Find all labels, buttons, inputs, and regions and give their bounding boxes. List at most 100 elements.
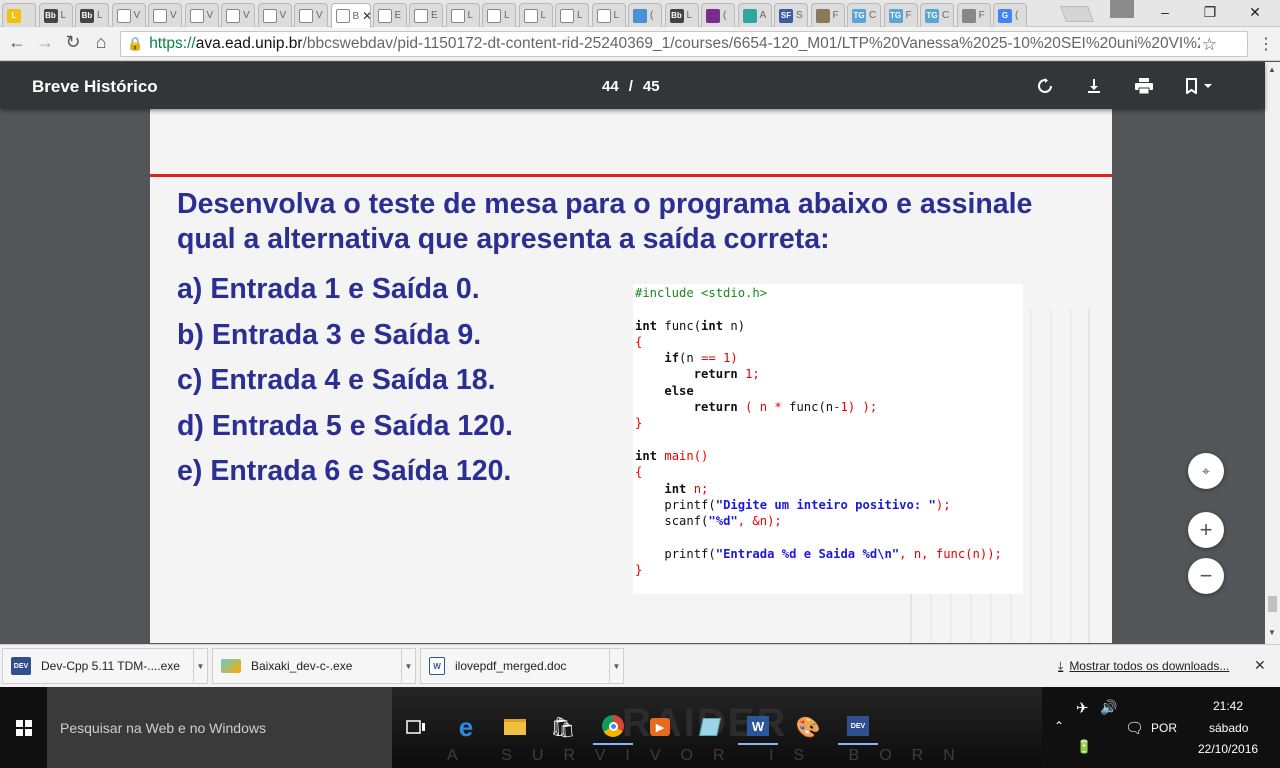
message-icon[interactable]: 🗨 xyxy=(1125,719,1144,737)
paint-icon[interactable]: 🎨 xyxy=(788,709,828,745)
bookmark-menu-icon[interactable] xyxy=(1182,75,1218,97)
code-line: printf("Digite um inteiro positivo: "); xyxy=(635,498,1023,514)
browser-tab[interactable]: V xyxy=(257,3,292,27)
tab-title: V xyxy=(206,10,214,21)
chevron-down-icon[interactable]: ▼ xyxy=(401,649,415,683)
profile-button[interactable] xyxy=(1110,0,1134,18)
tg-icon: TG xyxy=(925,8,939,23)
browser-tab[interactable]: L xyxy=(445,3,480,27)
clock-time[interactable]: 21:42 xyxy=(1213,699,1243,713)
browser-tab[interactable]: L xyxy=(2,3,36,27)
browser-tab[interactable]: V xyxy=(294,3,328,27)
browser-tab[interactable]: L xyxy=(591,3,626,27)
zoom-in-icon[interactable]: + xyxy=(1188,512,1224,548)
volume-icon[interactable]: 🔊 xyxy=(1100,699,1117,716)
browser-tab[interactable]: SF S xyxy=(774,3,808,27)
forward-icon[interactable]: → xyxy=(34,32,56,53)
bookmark-star-icon[interactable]: ☆ xyxy=(1199,35,1217,55)
minimize-icon[interactable]: – xyxy=(1150,4,1180,20)
close-window-icon[interactable]: ✕ xyxy=(1240,4,1270,21)
scroll-up-icon[interactable]: ▲ xyxy=(1268,65,1276,74)
zoom-out-icon[interactable]: − xyxy=(1188,558,1224,594)
browser-tab[interactable]: ( xyxy=(701,3,735,27)
code-token: printf( xyxy=(664,497,716,512)
browser-tab[interactable]: V xyxy=(111,3,146,27)
download-icon[interactable] xyxy=(1083,75,1105,97)
taskbar-search-box[interactable]: Pesquisar na Web e no Windows xyxy=(47,687,392,768)
vertical-scrollbar[interactable]: ▲ ▼ xyxy=(1265,62,1280,644)
code-line: } xyxy=(635,416,643,431)
browser-tab[interactable]: G( xyxy=(993,3,1027,27)
download-filename: ilovepdf_merged.doc xyxy=(455,659,567,673)
current-page[interactable]: 44 xyxy=(602,78,619,95)
clock-date[interactable]: 22/10/2016 xyxy=(1198,742,1258,756)
close-downloads-icon[interactable]: ✕ xyxy=(1254,657,1266,674)
browser-tab[interactable]: TG F xyxy=(883,3,918,27)
word-icon[interactable]: W xyxy=(738,709,778,745)
browser-tab[interactable]: L xyxy=(482,3,516,27)
document-icon xyxy=(189,8,204,23)
browser-tab[interactable]: E xyxy=(409,3,443,27)
chevron-down-icon[interactable]: ▼ xyxy=(609,649,623,683)
file-explorer-icon[interactable] xyxy=(495,709,535,745)
browser-tab[interactable]: Bb L xyxy=(664,3,699,27)
browser-tab[interactable]: V xyxy=(221,3,255,27)
bb-icon: Bb xyxy=(669,8,684,23)
clock-day[interactable]: sábado xyxy=(1209,721,1248,735)
option-letter: d) xyxy=(177,409,204,442)
devcpp-taskbar-icon[interactable]: DEV xyxy=(838,709,878,745)
home-icon[interactable]: ⌂ xyxy=(90,32,112,53)
answer-option: d) Entrada 5 e Saída 120. xyxy=(177,410,513,443)
browser-tab[interactable]: TG C xyxy=(920,3,954,27)
store-icon[interactable]: 🛍 xyxy=(543,709,583,745)
download-item[interactable]: W ilovepdf_merged.doc ▼ xyxy=(420,648,624,684)
browser-tab[interactable]: B✕ xyxy=(330,3,371,28)
pdf-viewport[interactable]: Desenvolva o teste de mesa para o progra… xyxy=(0,109,1265,643)
browser-tab[interactable]: V xyxy=(184,3,219,27)
browser-tab[interactable]: A xyxy=(737,3,772,27)
code-token: , n, func(n)); xyxy=(899,546,1002,561)
code-token: , &n); xyxy=(737,514,782,529)
browser-tab[interactable]: TG C xyxy=(847,3,881,27)
document-icon xyxy=(226,8,240,23)
browser-tab[interactable]: L xyxy=(555,3,589,27)
show-all-downloads-link[interactable]: ⤓ Mostrar todos os downloads... xyxy=(1058,659,1229,674)
yellow-icon: L xyxy=(7,8,21,23)
scroll-thumb[interactable] xyxy=(1268,596,1277,612)
task-view-icon[interactable] xyxy=(396,709,436,745)
browser-tab[interactable]: E xyxy=(372,3,407,27)
start-button[interactable] xyxy=(0,687,47,768)
chrome-icon[interactable] xyxy=(593,709,633,745)
back-icon[interactable]: ← xyxy=(6,32,28,53)
browser-tab[interactable]: F xyxy=(956,3,991,27)
media-player-icon[interactable]: ▶ xyxy=(640,709,680,745)
maximize-icon[interactable]: ❐ xyxy=(1195,4,1225,21)
browser-tab[interactable]: F xyxy=(810,3,845,27)
browser-tab[interactable]: Bb L xyxy=(75,3,109,27)
chevron-down-icon[interactable]: ▼ xyxy=(193,649,207,683)
browser-tab[interactable]: L xyxy=(518,3,553,27)
new-tab-button[interactable] xyxy=(1060,6,1094,22)
browser-tab[interactable]: ( xyxy=(628,3,662,27)
code-token: return xyxy=(693,367,738,382)
chevron-up-icon[interactable]: ⌃ xyxy=(1054,719,1064,733)
edge-icon[interactable]: e xyxy=(446,709,486,745)
print-icon[interactable] xyxy=(1133,75,1155,97)
scroll-down-icon[interactable]: ▼ xyxy=(1268,628,1276,637)
browser-tab[interactable]: V xyxy=(148,3,182,27)
download-item[interactable]: Baixaki_dev-c-.exe ▼ xyxy=(212,648,416,684)
tab-title: L xyxy=(60,10,67,21)
page-separator: / xyxy=(628,78,633,95)
airplane-mode-icon[interactable]: ✈ xyxy=(1076,699,1089,717)
language-indicator[interactable]: POR xyxy=(1151,721,1177,735)
address-bar[interactable]: 🔒 https://ava.ead.unip.br/bbcswebdav/pid… xyxy=(120,31,1248,57)
battery-icon[interactable]: 🔋 xyxy=(1076,739,1092,755)
reload-icon[interactable]: ↻ xyxy=(62,32,84,53)
browser-tab[interactable]: Bb L xyxy=(38,3,73,27)
download-item[interactable]: DEV Dev-Cpp 5.11 TDM-....exe ▼ xyxy=(2,648,208,684)
close-tab-icon[interactable]: ✕ xyxy=(362,9,369,23)
fit-page-icon[interactable]: ⌖ xyxy=(1188,453,1224,489)
notes-app-icon[interactable] xyxy=(690,709,730,745)
chrome-menu-icon[interactable]: ⋮ xyxy=(1258,34,1274,54)
rotate-icon[interactable] xyxy=(1034,75,1056,97)
